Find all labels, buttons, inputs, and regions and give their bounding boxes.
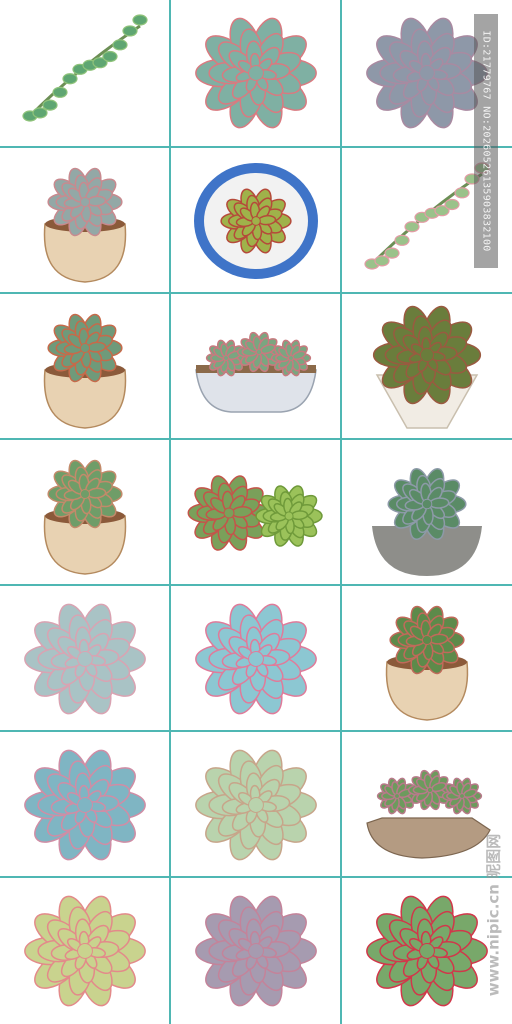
photo-tile-bathtub-planter-succulents	[171, 294, 341, 440]
photo-tile-peach-yellow-echeveria	[0, 878, 170, 1024]
photo-tile-cactus-clay-pot	[342, 586, 512, 732]
lavender-echeveria-image	[195, 895, 317, 1007]
photo-tile-aries-ceramic-pot-succulents	[0, 294, 170, 440]
photo-tile-taurus-cart-pot-succulents	[0, 440, 170, 586]
dark-green-rosette-white-pot-image	[372, 305, 482, 429]
photo-tile-pale-blue-echeveria	[0, 586, 170, 732]
bathtub-planter-succulents-image	[195, 331, 317, 413]
pale-blue-echeveria-image	[24, 603, 146, 715]
photo-tile-dark-green-rosette-white-pot	[342, 294, 512, 440]
photo-tile-blue-green-echeveria-pink-tips	[171, 0, 341, 146]
pink-blue-echeveria-image	[195, 603, 317, 715]
trailing-succulent-stem-image	[22, 14, 148, 122]
blue-rim-bowl-sempervivum-image	[194, 163, 318, 279]
photo-tile-haworthia-grey-bowl	[342, 440, 512, 586]
image-id-text: ID:21779767 NO:20260526135903832100	[480, 30, 492, 252]
cactus-clay-pot-image	[385, 605, 469, 721]
site-watermark-text: www.nipic.cn 昵图网	[484, 833, 503, 997]
pale-green-echeveria-image	[195, 749, 317, 861]
photo-tile-pink-blue-echeveria	[171, 586, 341, 732]
photo-tile-blue-echeveria-large	[0, 732, 170, 878]
photo-tile-sagittarius-ceramic-pot-succulent	[0, 148, 170, 294]
two-green-red-rosettes-image	[187, 475, 323, 551]
blue-echeveria-large-image	[24, 749, 146, 861]
image-id-watermark: ID:21779767 NO:20260526135903832100	[474, 14, 498, 268]
photo-tile-two-green-red-rosettes	[171, 440, 341, 586]
sagittarius-ceramic-pot-succulent-image	[43, 167, 127, 283]
photo-tile-lavender-echeveria	[171, 878, 341, 1024]
photo-tile-trailing-succulent-stem	[0, 0, 170, 146]
taurus-cart-pot-succulents-image	[43, 459, 127, 575]
haworthia-grey-bowl-image	[372, 468, 482, 576]
peach-yellow-echeveria-image	[24, 895, 146, 1007]
photo-tile-blue-rim-bowl-sempervivum	[171, 148, 341, 294]
aries-ceramic-pot-succulents-image	[43, 313, 127, 429]
succulent-grid	[0, 0, 512, 1024]
photo-tile-pale-green-echeveria	[171, 732, 341, 878]
site-watermark: www.nipic.cn 昵图网	[480, 820, 506, 1010]
blue-green-echeveria-pink-tips-image	[195, 17, 317, 129]
